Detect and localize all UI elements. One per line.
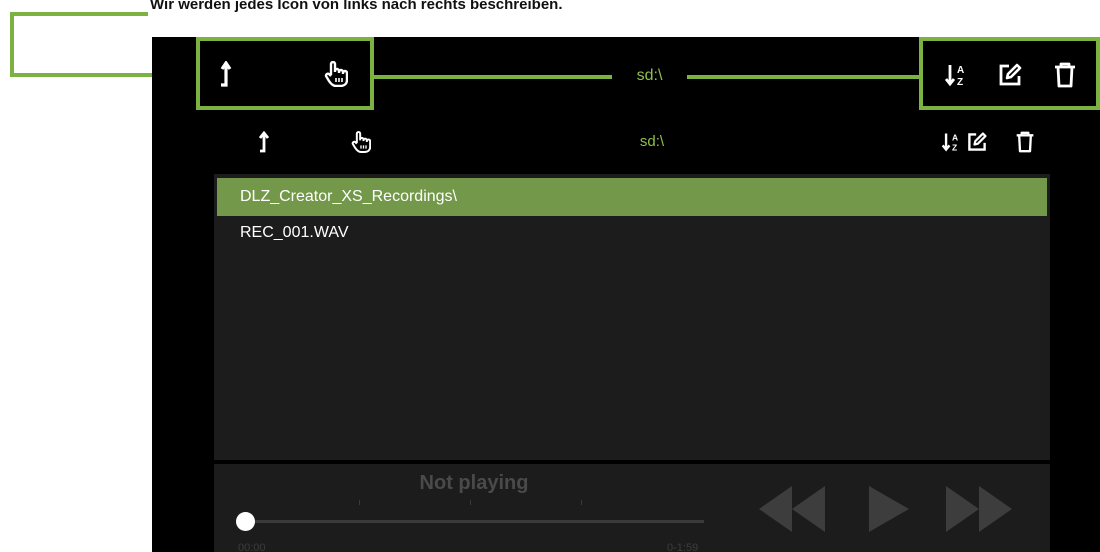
rename-button[interactable] xyxy=(964,128,990,156)
highlight-left-icons xyxy=(196,37,374,110)
current-time: 00:00 xyxy=(238,542,266,552)
progress-tick xyxy=(470,500,471,505)
up-arrow-button[interactable] xyxy=(252,127,276,157)
audio-player: Not playing 00:00 0-1:59 xyxy=(214,464,1050,552)
up-arrow-icon xyxy=(214,59,238,89)
callout-line-vertical xyxy=(10,12,14,77)
callout-connector-right xyxy=(687,75,919,79)
hand-pointer-icon xyxy=(322,59,350,89)
path-label-zoomed: sd:\ xyxy=(636,67,663,84)
sort-a-z-icon: AZ xyxy=(943,61,971,89)
edit-icon xyxy=(995,61,1025,89)
total-time: 0-1:59 xyxy=(667,542,699,552)
svg-text:A: A xyxy=(957,65,964,76)
annotation-caption: Wir werden jedes Icon von links nach rec… xyxy=(150,0,563,13)
svg-text:A: A xyxy=(952,132,958,142)
device-screen: sd:\ AZ sd:\ AZ DLZ_Creator_XS_Recording… xyxy=(152,37,1100,552)
hand-pointer-button[interactable] xyxy=(348,127,374,157)
delete-button[interactable] xyxy=(1012,128,1038,156)
callout-connector-left xyxy=(374,75,612,79)
fast-forward-icon[interactable] xyxy=(946,486,1012,537)
file-list: DLZ_Creator_XS_Recordings\ REC_001.WAV xyxy=(214,174,1050,460)
trash-icon xyxy=(1051,61,1079,89)
svg-text:Z: Z xyxy=(952,142,957,152)
rewind-icon[interactable] xyxy=(759,486,825,537)
file-row-selected[interactable]: DLZ_Creator_XS_Recordings\ xyxy=(217,178,1047,216)
progress-tick xyxy=(359,500,360,505)
sort-button[interactable]: AZ xyxy=(939,128,965,156)
progress-tick xyxy=(581,500,582,505)
file-row[interactable]: REC_001.WAV xyxy=(217,214,1047,252)
svg-text:Z: Z xyxy=(957,77,963,88)
callout-line-top xyxy=(10,12,148,16)
highlight-right-icons: AZ xyxy=(919,37,1100,110)
progress-track[interactable] xyxy=(244,520,704,523)
play-icon[interactable] xyxy=(869,486,909,537)
player-status: Not playing xyxy=(419,472,529,494)
progress-knob[interactable] xyxy=(236,512,255,531)
current-path: sd:\ xyxy=(639,133,665,150)
